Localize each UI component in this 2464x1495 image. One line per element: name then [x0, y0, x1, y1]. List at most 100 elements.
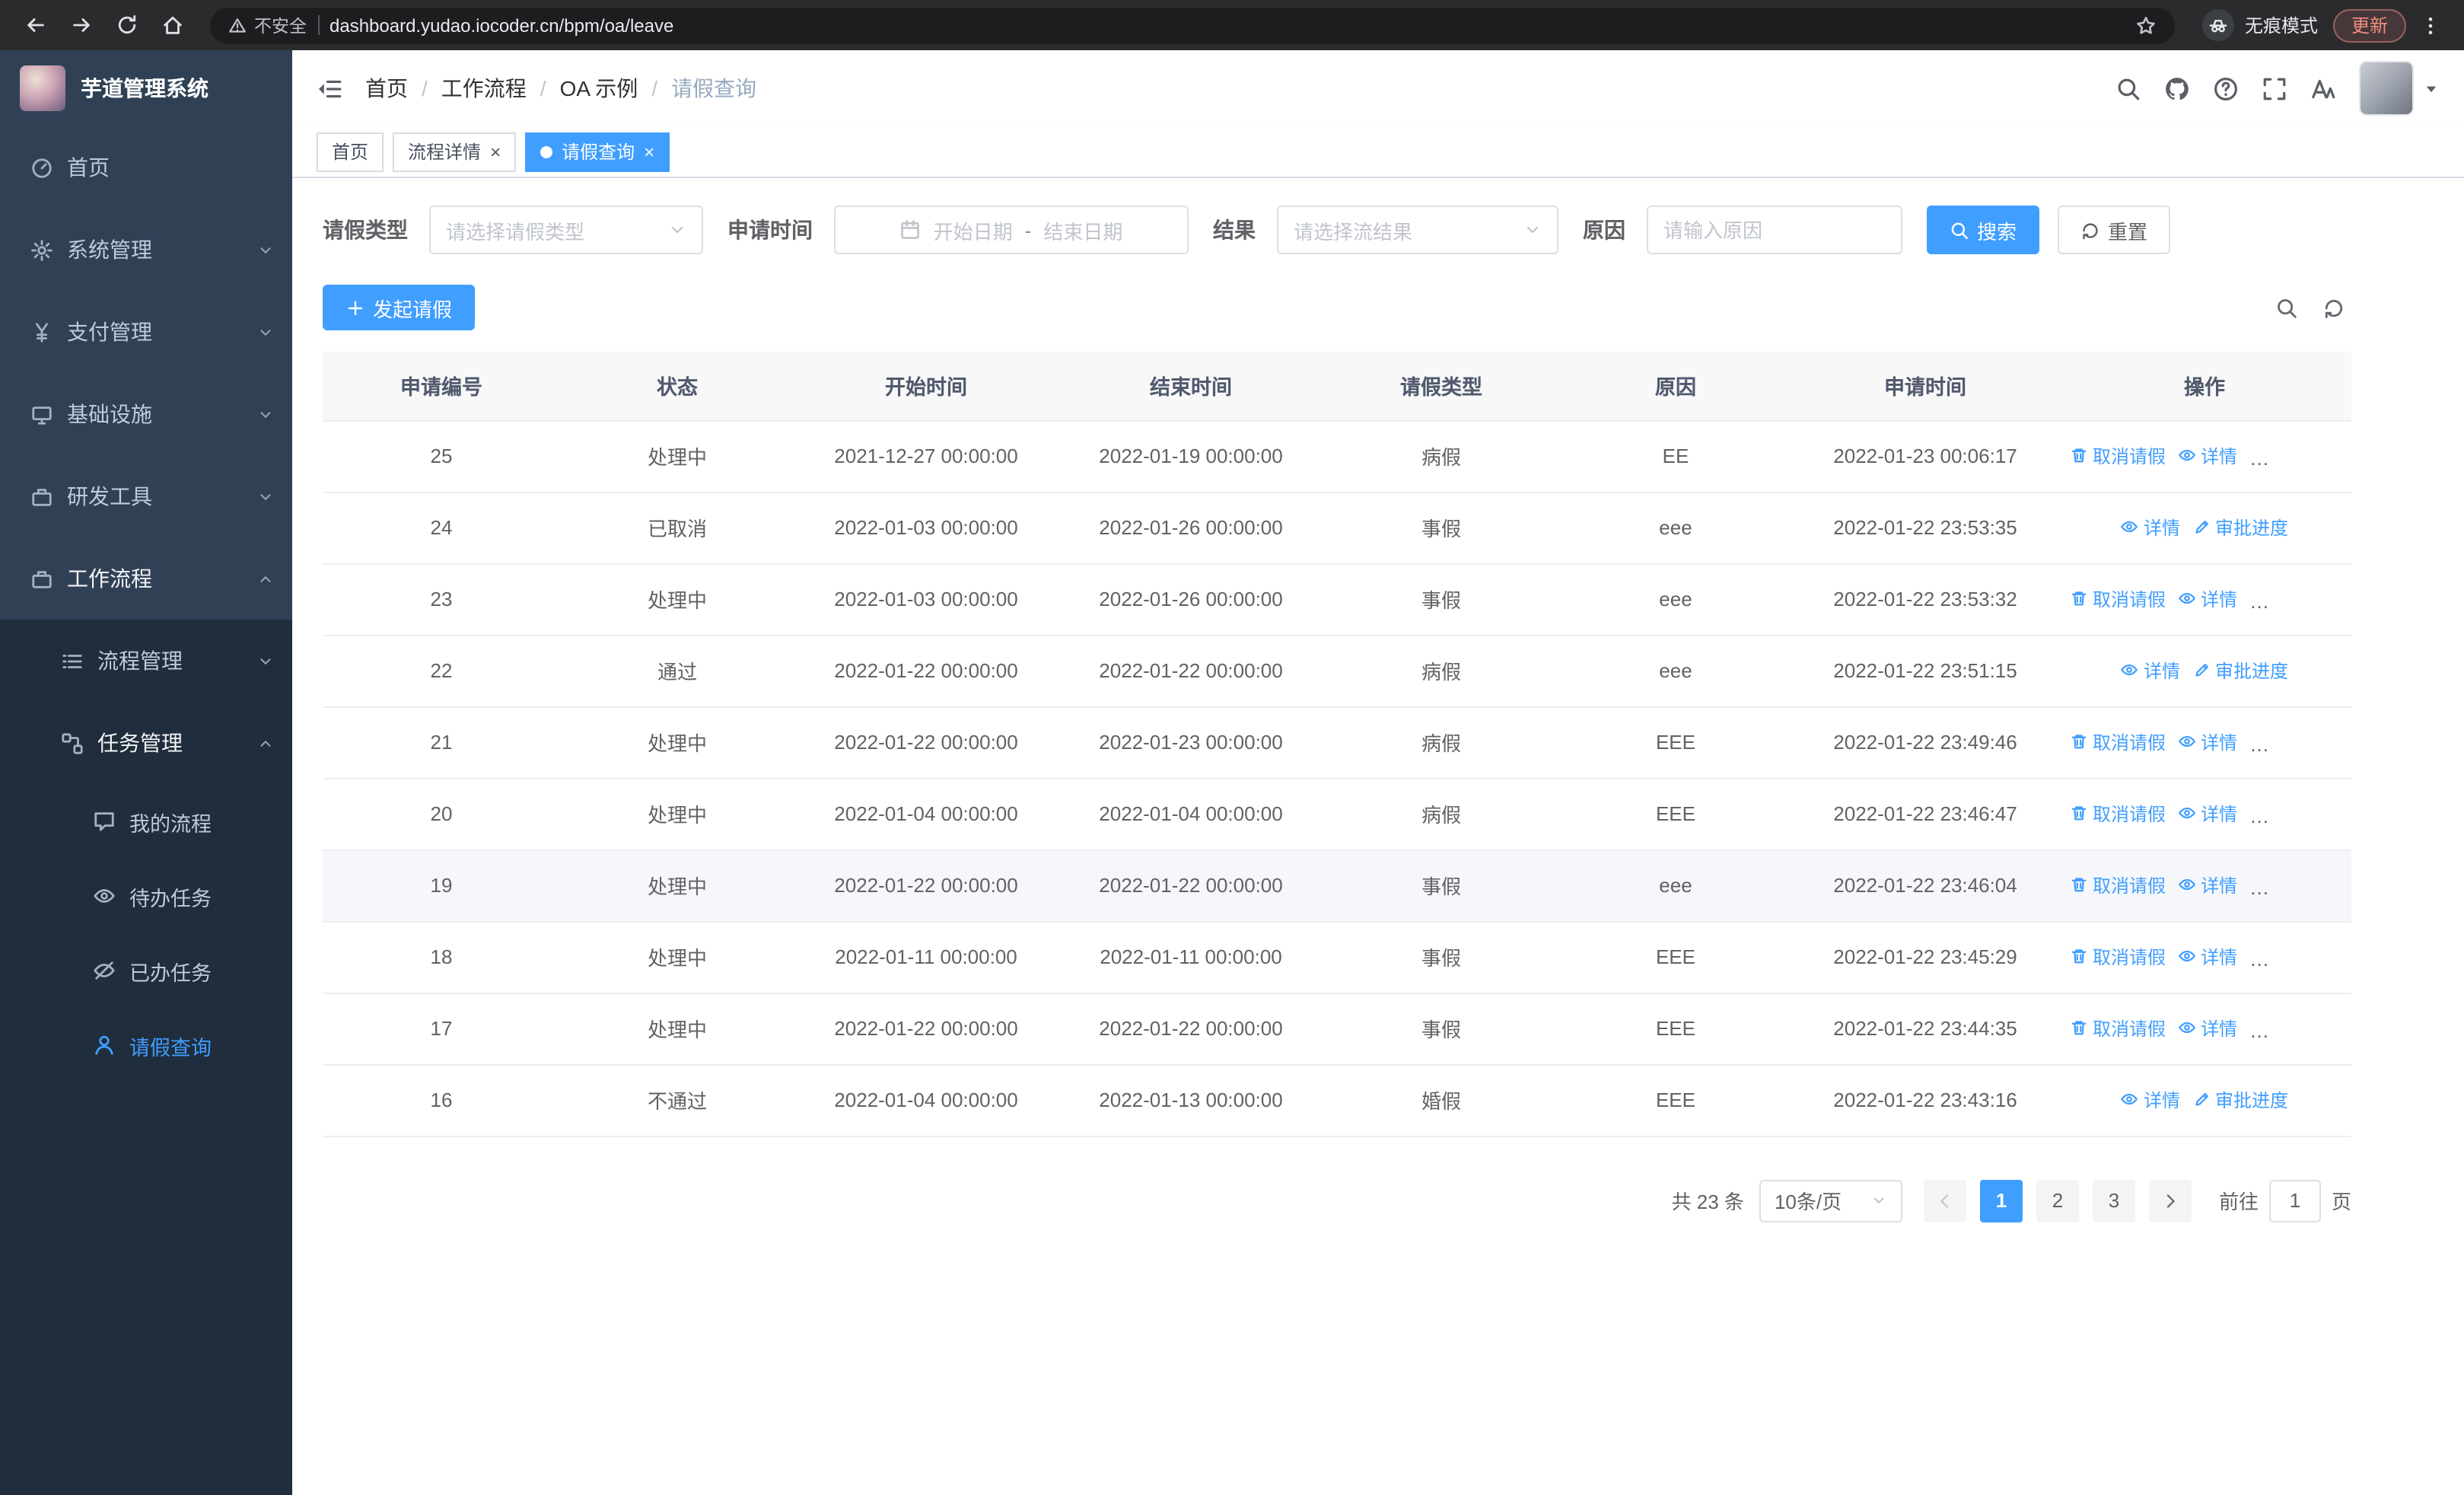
create-leave-label: 发起请假 [373, 298, 453, 320]
tabs-bar: 首页 流程详情 × 请假查询 × [292, 126, 2464, 178]
progress-button-label: 审批进度 [2272, 588, 2346, 610]
detail-button[interactable]: 详情 [2178, 443, 2237, 469]
delete-icon [2070, 733, 2088, 751]
browser-menu-button[interactable] [2412, 7, 2449, 43]
sidebar-item-待办任务[interactable]: 待办任务 [0, 859, 292, 933]
create-leave-button[interactable]: 发起请假 [323, 285, 476, 330]
update-button[interactable]: 更新 [2332, 8, 2406, 42]
home-button[interactable] [152, 5, 192, 45]
sidebar-item-流程管理[interactable]: 流程管理 [0, 620, 292, 702]
progress-button[interactable]: 审批进度 [2192, 658, 2288, 684]
forward-button[interactable] [61, 5, 100, 45]
progress-button[interactable]: 审批进度 [2192, 1087, 2288, 1113]
detail-button[interactable]: 详情 [2178, 729, 2237, 755]
cell-actions: 取消请假 详情 审批进度 [2058, 420, 2351, 492]
security-chip[interactable]: 不安全 [228, 13, 307, 37]
cell-actions: 详情 审批进度 [2058, 1064, 2351, 1136]
font-size-icon[interactable] [2310, 75, 2336, 101]
reason-input[interactable] [1647, 206, 1902, 254]
main-area: 首页 / 工作流程 / OA 示例 / 请假查询 首页 流程详情 × 请假查询 … [292, 50, 2464, 1495]
github-icon[interactable] [2164, 75, 2190, 101]
page-button-3[interactable]: 3 [2092, 1179, 2135, 1222]
breadcrumb-home[interactable]: 首页 [365, 73, 408, 104]
result-select[interactable]: 请选择流结果 [1277, 206, 1558, 254]
reload-button[interactable] [107, 5, 146, 45]
eye-off-icon [93, 959, 116, 982]
cancel-leave-button[interactable]: 取消请假 [2070, 1015, 2166, 1041]
close-icon[interactable]: × [644, 142, 654, 161]
bookmark-star-icon[interactable] [2135, 14, 2157, 36]
toggle-search-icon[interactable] [2275, 296, 2298, 319]
search-icon[interactable] [2115, 75, 2141, 101]
cell-end: 2022-01-11 00:00:00 [1058, 921, 1324, 993]
cancel-leave-button[interactable]: 取消请假 [2070, 801, 2166, 827]
sidebar-item-已办任务[interactable]: 已办任务 [0, 933, 292, 1008]
cancel-leave-button[interactable]: 取消请假 [2070, 872, 2166, 898]
eye-icon [2178, 590, 2196, 608]
progress-button[interactable]: 审批进度 [2192, 515, 2288, 540]
reset-button[interactable]: 重置 [2058, 206, 2171, 254]
cell-actions: 取消请假 详情 审批进度 [2058, 850, 2351, 922]
user-menu[interactable] [2359, 61, 2440, 116]
detail-button[interactable]: 详情 [2178, 872, 2237, 898]
cell-type: 病假 [1324, 420, 1558, 492]
sidebar-item-任务管理[interactable]: 任务管理 [0, 702, 292, 784]
sidebar-item-支付管理[interactable]: 支付管理 [0, 291, 292, 373]
detail-button[interactable]: 详情 [2178, 1015, 2237, 1041]
address-bar[interactable]: 不安全 dashboard.yudao.iocoder.cn/bpm/oa/le… [210, 7, 2175, 43]
refresh-table-icon[interactable] [2322, 296, 2345, 319]
table-header-row: 申请编号 状态 开始时间 结束时间 请假类型 原因 申请时间 操作 [323, 352, 2351, 421]
calendar-icon [900, 219, 922, 241]
detail-button[interactable]: 详情 [2121, 1087, 2180, 1113]
select-placeholder: 请选择请假类型 [446, 220, 585, 243]
sidebar-item-label: 工作流程 [67, 566, 152, 591]
sidebar-item-首页[interactable]: 首页 [0, 126, 292, 209]
sidebar-item-基础设施[interactable]: 基础设施 [0, 373, 292, 455]
goto-page-input[interactable] [2268, 1179, 2321, 1222]
detail-button-label: 详情 [2201, 803, 2238, 825]
sidebar-item-我的流程[interactable]: 我的流程 [0, 784, 292, 859]
cancel-leave-button-label: 取消请假 [2093, 588, 2166, 610]
cancel-leave-button-label: 取消请假 [2093, 946, 2166, 968]
sidebar-item-工作流程[interactable]: 工作流程 [0, 537, 292, 620]
sidebar-item-系统管理[interactable]: 系统管理 [0, 209, 292, 291]
app-logo[interactable]: 芋道管理系统 [0, 50, 292, 126]
page-size-select[interactable]: 10条/页 [1759, 1179, 1902, 1222]
monitor-icon [30, 403, 53, 426]
chevron-left-icon [1936, 1191, 1954, 1210]
progress-button-label: 审批进度 [2272, 1018, 2346, 1040]
sidebar-item-请假查询[interactable]: 请假查询 [0, 1008, 292, 1082]
cancel-leave-button[interactable]: 取消请假 [2070, 443, 2166, 469]
tab-leave-query[interactable]: 请假查询 × [525, 132, 670, 171]
search-button[interactable]: 搜索 [1927, 206, 2040, 254]
cancel-leave-button[interactable]: 取消请假 [2070, 729, 2166, 755]
delete-icon [2070, 590, 2088, 608]
apply-time-range-picker[interactable]: 开始日期 - 结束日期 [834, 206, 1189, 254]
cancel-leave-button[interactable]: 取消请假 [2070, 944, 2166, 970]
detail-button[interactable]: 详情 [2178, 801, 2237, 827]
detail-button[interactable]: 详情 [2121, 658, 2180, 684]
yen-icon [30, 320, 53, 343]
collapse-sidebar-icon[interactable] [317, 75, 342, 101]
leave-type-select[interactable]: 请选择请假类型 [429, 206, 703, 254]
help-icon[interactable] [2213, 75, 2239, 101]
breadcrumb-workflow[interactable]: 工作流程 [441, 73, 527, 104]
detail-button[interactable]: 详情 [2178, 586, 2237, 612]
back-button[interactable] [15, 5, 55, 45]
tab-home[interactable]: 首页 [317, 132, 384, 171]
sidebar-item-研发工具[interactable]: 研发工具 [0, 455, 292, 537]
leave-table: 申请编号 状态 开始时间 结束时间 请假类型 原因 申请时间 操作 25 处理中 2… [323, 352, 2351, 1136]
tab-process-detail[interactable]: 流程详情 × [393, 132, 517, 171]
detail-button[interactable]: 详情 [2121, 515, 2180, 540]
detail-button[interactable]: 详情 [2178, 944, 2237, 970]
next-page-button[interactable] [2148, 1179, 2192, 1222]
close-icon[interactable]: × [490, 142, 501, 161]
page-button-1[interactable]: 1 [1979, 1179, 2023, 1222]
cancel-leave-button[interactable]: 取消请假 [2070, 586, 2166, 612]
breadcrumb-oa-example[interactable]: OA 示例 [560, 73, 638, 104]
fullscreen-icon[interactable] [2262, 75, 2287, 101]
table-toolbar: 发起请假 [323, 285, 2351, 330]
page-button-2[interactable]: 2 [2036, 1179, 2079, 1222]
prev-page-button[interactable] [1923, 1179, 1966, 1222]
cell-start: 2022-01-22 00:00:00 [794, 850, 1058, 922]
